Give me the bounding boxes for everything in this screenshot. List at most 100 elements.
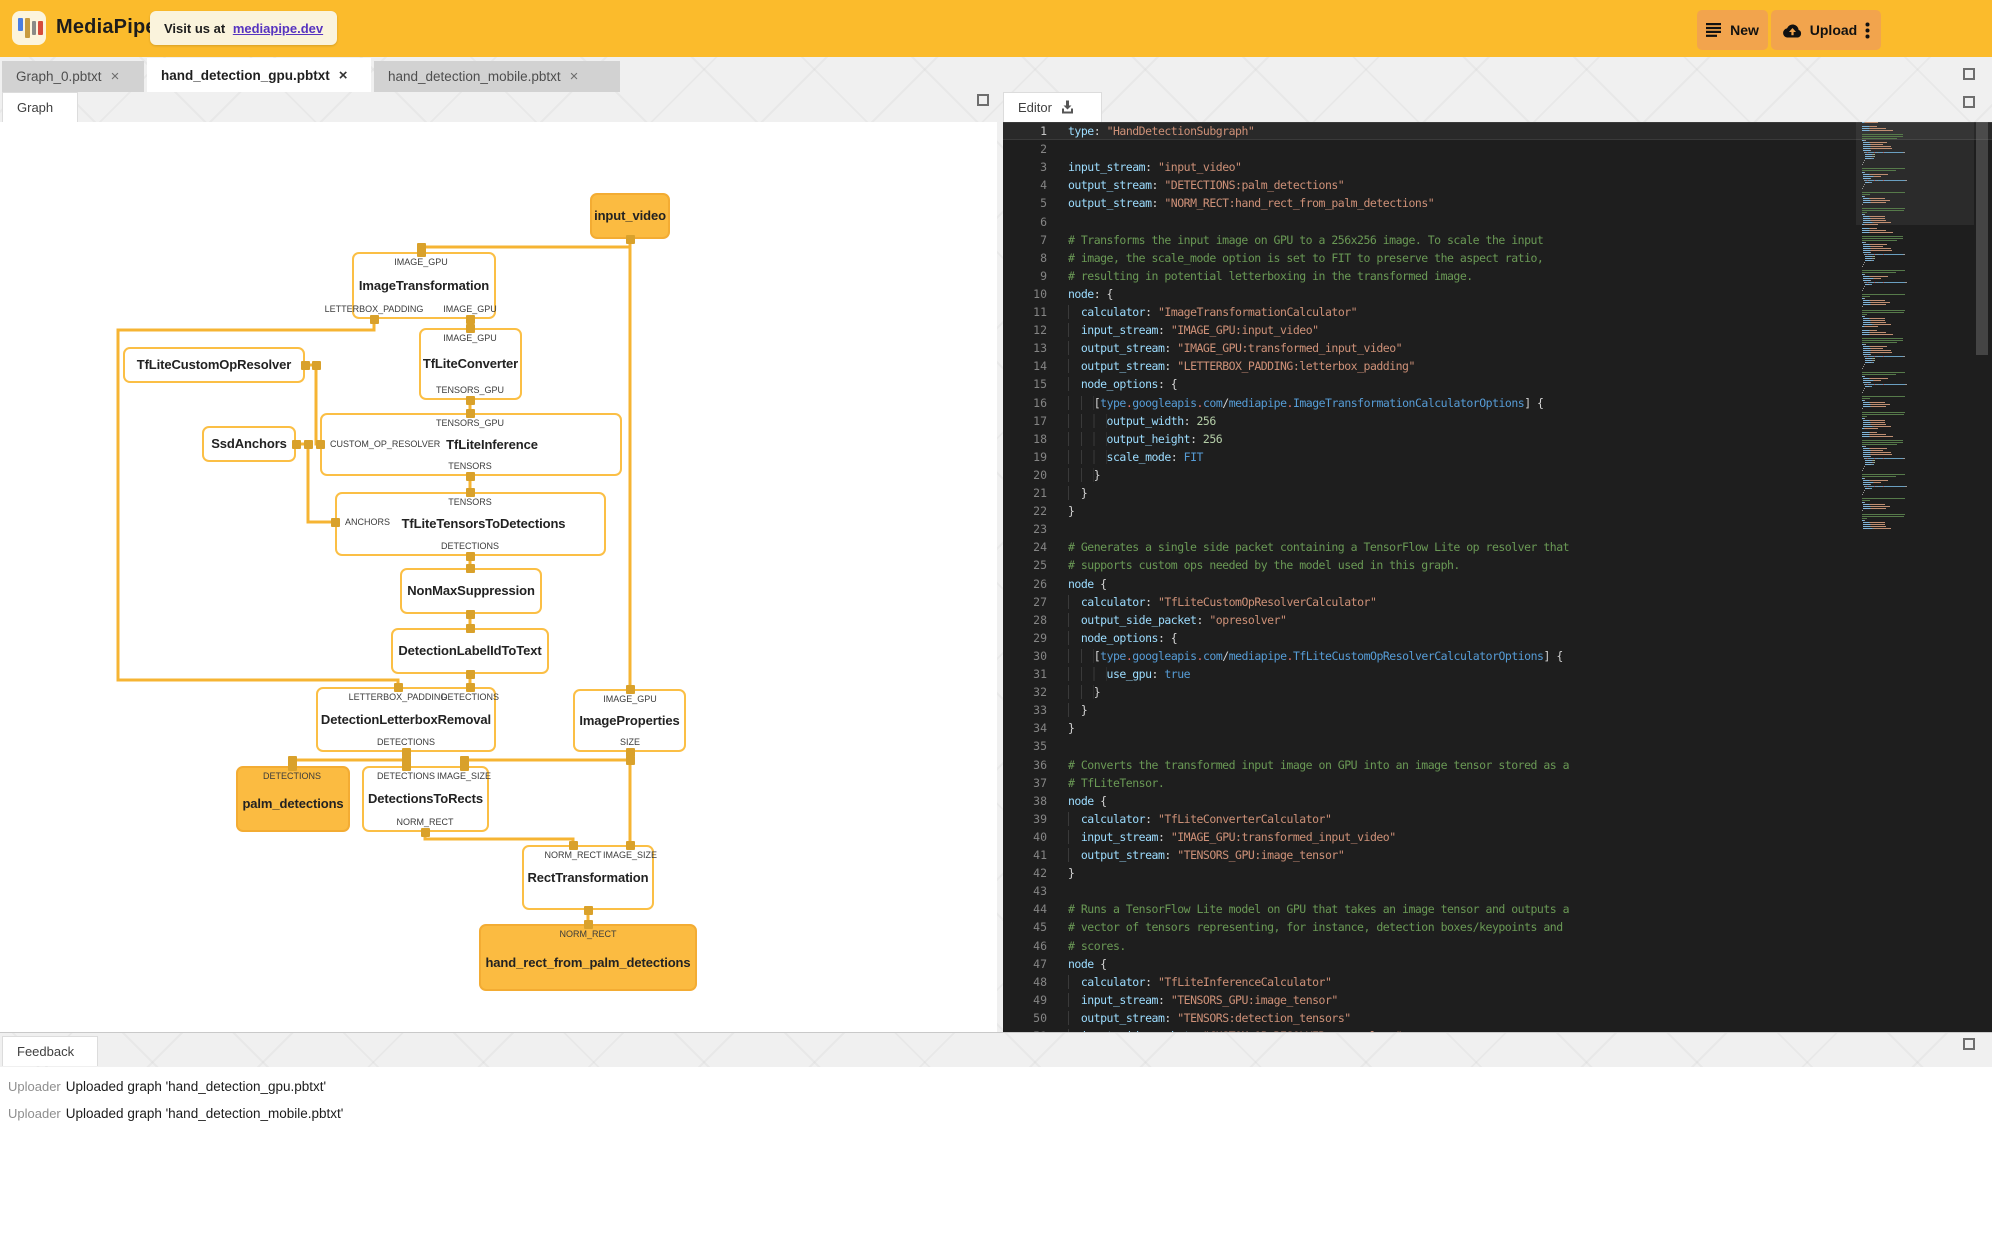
new-button[interactable]: New [1697,10,1768,50]
port[interactable] [393,682,403,692]
kebab-menu-icon[interactable] [1865,22,1870,39]
code-line: 38 node { [1003,792,1992,810]
code-line: 39 calculator: "TfLiteConverterCalculato… [1003,810,1992,828]
code-line: 44 # Runs a TensorFlow Lite model on GPU … [1003,900,1992,918]
code-editor[interactable]: 1 type: "HandDetectionSubgraph" 2 3 input_… [1003,122,1992,1032]
code-line: 46 # scores. [1003,937,1992,955]
code-line: 42} [1003,864,1992,882]
line-number: 10 [1033,286,1047,301]
edge-junction [401,755,411,765]
port[interactable] [465,682,475,692]
line-number: 18 [1033,431,1047,446]
feedback-expand-icon[interactable] [1963,1038,1975,1050]
download-icon[interactable] [1060,100,1075,115]
line-number: 32 [1033,685,1047,700]
mediapipe-logo-icon [12,11,46,45]
graph-node-label: DetectionLabelIdToText [398,643,542,658]
feedback-message: Uploaded graph 'hand_detection_mobile.pb… [65,1106,344,1121]
line-number: 22 [1033,504,1047,519]
port[interactable] [465,609,475,619]
port-label: LETTERBOX_PADDING [324,304,424,314]
line-number: 38 [1033,793,1047,808]
port-label: LETTERBOX_PADDING [348,692,448,702]
code-line: 27 calculator: "TfLiteCustomOpResolverCa… [1003,593,1992,611]
app-title: MediaPipe [56,16,157,38]
port[interactable] [583,919,593,929]
port[interactable] [465,563,475,573]
tab-editor[interactable]: Editor [1003,92,1102,122]
layout-expand-icon[interactable] [1963,68,1975,80]
port[interactable] [465,314,475,324]
line-number: 45 [1033,920,1047,935]
port-label: IMAGE_SIZE [436,771,492,781]
file-tab-label: Graph_0.pbtxt [16,69,102,84]
feedback-row: Uploader Uploaded graph 'hand_detection_… [0,1073,1992,1100]
code-line: 24 # Generates a single side packet conta… [1003,538,1992,556]
code-line: 26 node { [1003,575,1992,593]
code-line: 18 output_height: 256 [1003,430,1992,448]
code-line: 23 [1003,520,1992,538]
port[interactable] [330,517,340,527]
line-number: 46 [1033,938,1047,953]
port[interactable] [625,684,635,694]
port[interactable] [465,395,475,405]
port[interactable] [300,360,310,370]
line-number: 20 [1033,467,1047,482]
code-line: 37 # TfLiteTensor. [1003,774,1992,792]
mediapipe-visualizer: MediaPipe Visit us at mediapipe.dev New … [0,0,1992,1242]
code-line: 40 input_stream: "IMAGE_GPU:transformed_… [1003,828,1992,846]
code-line: 20 } [1003,466,1992,484]
minimap[interactable] [1862,122,1968,1032]
port[interactable] [465,623,475,633]
port-label: NORM_RECT [544,850,602,860]
file-tab-1[interactable]: hand_detection_gpu.pbtxt × [147,58,371,92]
graph-node-label: ImageTransformation [358,277,490,293]
mediapipe-dev-link[interactable]: mediapipe.dev [233,21,323,36]
port[interactable] [465,323,475,333]
port[interactable] [465,669,475,679]
port[interactable] [465,408,475,418]
line-number: 7 [1040,232,1047,247]
port[interactable] [465,551,475,561]
graph-canvas[interactable]: input_video ImageTransformation IMAGE_GPU L… [0,122,997,1032]
upload-button[interactable]: Upload [1771,10,1881,50]
code-line: 28 output_side_packet: "opresolver" [1003,611,1992,629]
line-number: 17 [1033,413,1047,428]
port[interactable] [465,487,475,497]
file-tab-0[interactable]: Graph_0.pbtxt × [2,61,144,92]
code-line: 36 # Converts the transformed input image… [1003,756,1992,774]
code-line: 14 output_stream: "LETTERBOX_PADDING:let… [1003,357,1992,375]
port[interactable] [625,840,635,850]
line-number: 41 [1033,848,1047,862]
editor-scrollbar[interactable] [1976,122,1988,355]
code-line: 5 output_stream: "NORM_RECT:hand_rect_fro… [1003,194,1992,212]
upload-button-label: Upload [1809,22,1858,38]
port[interactable] [583,905,593,915]
port[interactable] [315,439,325,449]
graph-node-label: RectTransformation [527,869,649,885]
line-number: 8 [1040,250,1047,265]
line-number: 13 [1033,341,1047,356]
port[interactable] [625,234,635,244]
graph-expand-icon[interactable] [977,94,989,106]
file-tab-label: hand_detection_gpu.pbtxt [161,67,330,83]
port-label: ANCHORS [345,517,391,527]
close-icon[interactable]: × [570,69,579,84]
line-number: 39 [1033,811,1047,826]
port[interactable] [420,827,430,837]
port[interactable] [369,314,379,324]
edge-junction [311,360,321,370]
line-number: 9 [1040,268,1047,283]
close-icon[interactable]: × [339,68,348,83]
port[interactable] [568,840,578,850]
line-number: 35 [1033,739,1047,754]
file-tab-2[interactable]: hand_detection_mobile.pbtxt × [374,61,620,92]
line-number: 31 [1033,667,1047,681]
tab-graph[interactable]: Graph [2,92,78,122]
tab-feedback[interactable]: Feedback [2,1036,98,1066]
close-icon[interactable]: × [111,69,120,84]
editor-expand-icon[interactable] [1963,96,1975,108]
port[interactable] [465,471,475,481]
port[interactable] [291,439,301,449]
line-number: 47 [1033,956,1047,971]
